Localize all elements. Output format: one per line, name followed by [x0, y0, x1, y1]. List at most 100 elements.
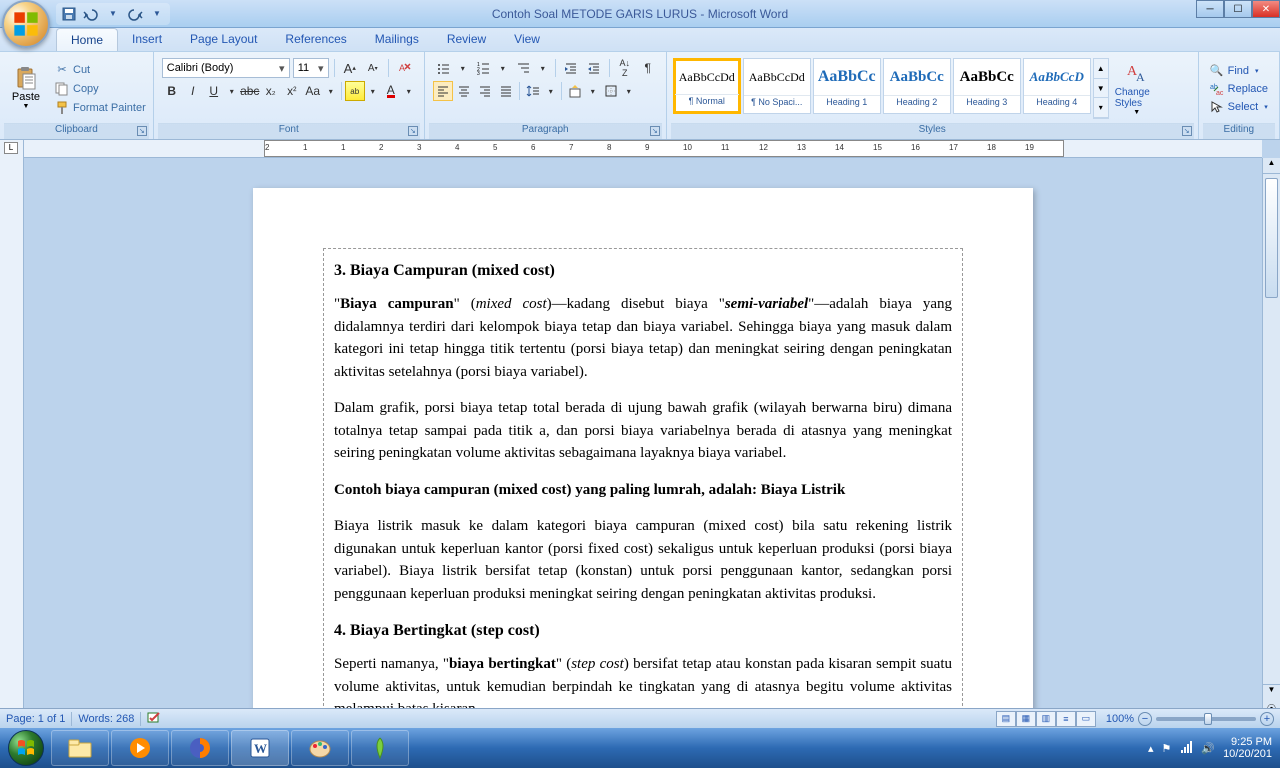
flag-icon[interactable]: ⚑ — [1161, 742, 1171, 755]
strikethrough-button[interactable]: abc — [240, 81, 260, 101]
taskbar-word[interactable]: W — [231, 730, 289, 766]
network-icon[interactable] — [1179, 740, 1193, 757]
sort-button[interactable]: A↓Z — [615, 58, 635, 78]
tab-view[interactable]: View — [500, 28, 554, 51]
close-button[interactable]: ✕ — [1252, 0, 1280, 18]
style-item-heading-4[interactable]: AaBbCcDHeading 4 — [1023, 58, 1091, 114]
redo-icon[interactable] — [126, 5, 144, 23]
full-screen-view-icon[interactable]: ▦ — [1016, 711, 1036, 727]
start-button[interactable] — [2, 728, 50, 768]
find-button[interactable]: 🔍Find▾ — [1207, 63, 1271, 79]
zoom-slider[interactable] — [1156, 717, 1256, 721]
multilevel-dropdown[interactable]: ▾ — [536, 58, 550, 78]
align-left-button[interactable] — [433, 81, 453, 101]
shading-button[interactable] — [565, 81, 585, 101]
font-color-button[interactable]: A — [381, 81, 401, 101]
select-button[interactable]: Select▾ — [1207, 99, 1271, 115]
tab-insert[interactable]: Insert — [118, 28, 176, 51]
minimize-button[interactable]: ─ — [1196, 0, 1224, 18]
scroll-up-icon[interactable]: ▲ — [1263, 158, 1280, 174]
font-color-dropdown[interactable]: ▾ — [402, 81, 416, 101]
outline-view-icon[interactable]: ≡ — [1056, 711, 1076, 727]
dropdown-icon[interactable]: ▼ — [104, 5, 122, 23]
highlight-dropdown[interactable]: ▾ — [366, 81, 380, 101]
copy-button[interactable]: Copy — [52, 80, 149, 98]
clear-formatting-button[interactable]: A — [394, 58, 414, 78]
change-styles-button[interactable]: AAChange Styles▼ — [1115, 58, 1159, 119]
clock[interactable]: 9:25 PM10/20/201 — [1223, 736, 1272, 760]
justify-button[interactable] — [496, 81, 516, 101]
page-scroll[interactable]: 3. Biaya Campuran (mixed cost) "Biaya ca… — [24, 158, 1262, 748]
word-count[interactable]: Words: 268 — [78, 713, 134, 725]
style-item-heading-1[interactable]: AaBbCcHeading 1 — [813, 58, 881, 114]
styles-dialog-launcher[interactable]: ↘ — [1182, 126, 1192, 136]
format-painter-button[interactable]: Format Painter — [52, 99, 149, 117]
styles-gallery-arrows[interactable]: ▲▼▾ — [1093, 58, 1109, 119]
styles-up-icon[interactable]: ▲ — [1094, 59, 1108, 79]
undo-icon[interactable] — [82, 5, 100, 23]
change-case-button[interactable]: Aa — [303, 81, 323, 101]
web-layout-view-icon[interactable]: ▥ — [1036, 711, 1056, 727]
zoom-in-button[interactable]: + — [1260, 712, 1274, 726]
show-hidden-icons[interactable]: ▴ — [1148, 742, 1154, 755]
borders-button[interactable] — [601, 81, 621, 101]
styles-down-icon[interactable]: ▼ — [1094, 79, 1108, 99]
numbering-button[interactable]: 123 — [473, 58, 493, 78]
font-name-combo[interactable]: Calibri (Body)▾ — [162, 58, 290, 78]
italic-button[interactable]: I — [183, 81, 203, 101]
horizontal-ruler[interactable]: 2112345678910111213141516171819 — [24, 140, 1262, 158]
highlight-button[interactable]: ab — [345, 81, 365, 101]
tab-selector[interactable]: L — [4, 142, 18, 154]
tab-mailings[interactable]: Mailings — [361, 28, 433, 51]
taskbar-firefox[interactable] — [171, 730, 229, 766]
paste-button[interactable]: Paste ▼ — [4, 54, 48, 123]
zoom-thumb[interactable] — [1204, 713, 1212, 725]
content-frame[interactable]: 3. Biaya Campuran (mixed cost) "Biaya ca… — [323, 248, 963, 748]
zoom-level[interactable]: 100% — [1106, 713, 1134, 725]
multilevel-button[interactable] — [513, 58, 533, 78]
paragraph-dialog-launcher[interactable]: ↘ — [650, 126, 660, 136]
document-page[interactable]: 3. Biaya Campuran (mixed cost) "Biaya ca… — [253, 188, 1033, 748]
case-dropdown[interactable]: ▾ — [324, 81, 338, 101]
cut-button[interactable]: ✂Cut — [52, 61, 149, 79]
font-dialog-launcher[interactable]: ↘ — [408, 126, 418, 136]
proofing-icon[interactable] — [147, 710, 161, 727]
office-button[interactable] — [2, 0, 50, 48]
print-layout-view-icon[interactable]: ▤ — [996, 711, 1016, 727]
shrink-font-button[interactable]: A▾ — [363, 58, 383, 78]
qat-customize-icon[interactable]: ▼ — [148, 5, 166, 23]
bullets-button[interactable] — [433, 58, 453, 78]
underline-dropdown[interactable]: ▾ — [225, 81, 239, 101]
superscript-button[interactable]: x² — [282, 81, 302, 101]
scroll-thumb[interactable] — [1265, 178, 1278, 298]
maximize-button[interactable]: ☐ — [1224, 0, 1252, 18]
save-icon[interactable] — [60, 5, 78, 23]
zoom-out-button[interactable]: − — [1138, 712, 1152, 726]
scroll-down-icon[interactable]: ▼ — [1263, 684, 1280, 700]
style-item-heading-3[interactable]: AaBbCcHeading 3 — [953, 58, 1021, 114]
align-center-button[interactable] — [454, 81, 474, 101]
subscript-button[interactable]: x₂ — [261, 81, 281, 101]
tab-home[interactable]: Home — [56, 28, 118, 51]
decrease-indent-button[interactable] — [561, 58, 581, 78]
taskbar-corel[interactable] — [351, 730, 409, 766]
style-item-heading-2[interactable]: AaBbCcHeading 2 — [883, 58, 951, 114]
increase-indent-button[interactable] — [584, 58, 604, 78]
styles-more-icon[interactable]: ▾ — [1094, 98, 1108, 118]
replace-button[interactable]: abacReplace — [1207, 81, 1271, 97]
underline-button[interactable]: U — [204, 81, 224, 101]
taskbar-media-player[interactable] — [111, 730, 169, 766]
numbering-dropdown[interactable]: ▾ — [496, 58, 510, 78]
volume-icon[interactable]: 🔊 — [1201, 742, 1215, 755]
font-size-combo[interactable]: 11▾ — [293, 58, 329, 78]
taskbar-paint[interactable] — [291, 730, 349, 766]
vertical-scrollbar[interactable]: ▲ ▼ ⦿ ◇ ⦿ — [1262, 158, 1280, 748]
line-spacing-dropdown[interactable]: ▾ — [544, 81, 558, 101]
shading-dropdown[interactable]: ▾ — [586, 81, 600, 101]
clipboard-dialog-launcher[interactable]: ↘ — [137, 126, 147, 136]
borders-dropdown[interactable]: ▾ — [622, 81, 636, 101]
style-item---normal[interactable]: AaBbCcDd¶ Normal — [673, 58, 741, 114]
tab-review[interactable]: Review — [433, 28, 500, 51]
bold-button[interactable]: B — [162, 81, 182, 101]
taskbar-explorer[interactable] — [51, 730, 109, 766]
